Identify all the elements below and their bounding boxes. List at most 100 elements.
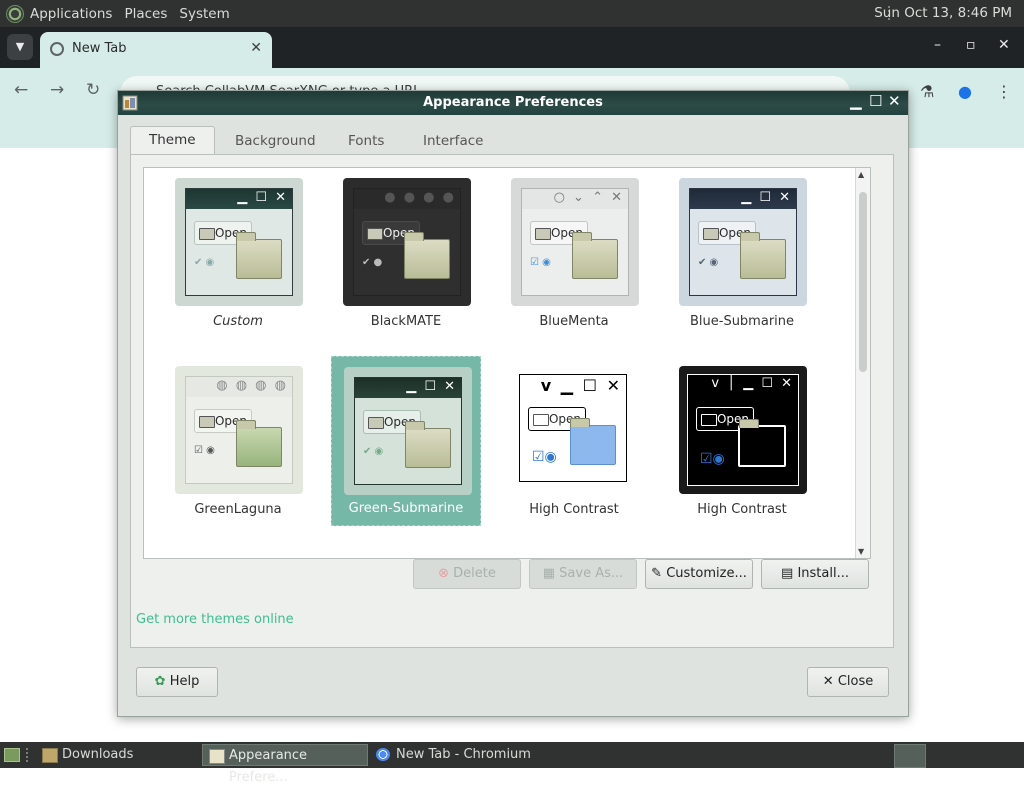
tab-search-button[interactable]: ▼ xyxy=(7,34,33,60)
browser-tabbar: ▼ New Tab ✕ xyxy=(0,27,1024,68)
tab-fonts[interactable]: Fonts xyxy=(329,127,403,154)
theme-icon-view[interactable]: ▁ ☐ ✕ Open ✔ ◉ Custom ● ● ● ● Open ✔ ● B… xyxy=(143,167,871,559)
theme-name: BlackMATE xyxy=(370,314,442,329)
delete-button[interactable]: ⊗ Delete xyxy=(413,559,521,589)
theme-preview: ○ ⌄ ⌃ ✕ Open ☑ ◉ xyxy=(511,178,639,306)
theme-preview: ◍ ◍ ◍ ◍ Open ☑ ◉ xyxy=(175,366,303,494)
folder-icon xyxy=(236,420,282,467)
close-icon: ✕ xyxy=(822,674,834,689)
taskbar-label: New Tab - Chromium xyxy=(396,747,531,762)
install-button[interactable]: ▤ Install... xyxy=(761,559,869,589)
theme-name: Green-Submarine xyxy=(348,501,464,516)
get-more-themes-link[interactable]: Get more themes online xyxy=(136,612,294,627)
menu-system[interactable]: System xyxy=(179,6,229,22)
install-label: Install... xyxy=(797,566,849,581)
scrollbar-thumb[interactable] xyxy=(859,192,867,372)
theme-list-scrollbar[interactable]: ▲ ▼ xyxy=(855,168,870,558)
menu-places[interactable]: Places xyxy=(124,6,167,22)
theme-tab-panel: ▁ ☐ ✕ Open ✔ ◉ Custom ● ● ● ● Open ✔ ● B… xyxy=(130,154,894,648)
clock[interactable]: Sun Oct 13, 8:46 PM xyxy=(874,5,1012,21)
theme-name: Blue-Submarine xyxy=(689,314,795,329)
theme-item-blackmate[interactable]: ● ● ● ● Open ✔ ● BlackMATE xyxy=(331,168,481,338)
folder-icon xyxy=(404,232,450,279)
help-icon: ✿ xyxy=(154,674,166,689)
theme-item-custom[interactable]: ▁ ☐ ✕ Open ✔ ◉ Custom xyxy=(163,168,313,338)
show-desktop-icon[interactable] xyxy=(4,748,20,762)
delete-icon: ⊗ xyxy=(438,566,450,581)
mate-logo-icon[interactable] xyxy=(6,4,24,23)
top-panel: Applications Places System Sun Oct 13, 8… xyxy=(0,0,1024,27)
folder-icon xyxy=(236,232,282,279)
delete-label: Delete xyxy=(453,566,496,581)
theme-item-high-contrast-inverse[interactable]: v │ ▁ ☐ ✕ Open ☑◉ High Contrast xyxy=(667,356,817,526)
theme-item-greenlaguna[interactable]: ◍ ◍ ◍ ◍ Open ☑ ◉ GreenLaguna xyxy=(163,356,313,526)
folder-icon xyxy=(740,232,786,279)
reload-icon[interactable]: ↻ xyxy=(86,80,100,100)
dialog-title: Appearance Preferences xyxy=(423,95,603,110)
back-icon[interactable]: ← xyxy=(14,80,28,100)
theme-preview: ▁ ☐ ✕ Open ✔ ◉ xyxy=(679,178,807,306)
theme-preview: v ▁ ☐ ✕ Open ☑◉ xyxy=(511,366,639,494)
theme-preview: ● ● ● ● Open ✔ ● xyxy=(343,178,471,306)
chromium-icon xyxy=(376,748,390,761)
theme-name: High Contrast xyxy=(697,502,787,517)
bottom-taskbar: Downloads Appearance Prefere... New Tab … xyxy=(0,742,1024,785)
dialog-minimize-icon[interactable]: ▁ xyxy=(850,92,862,110)
folder-icon xyxy=(572,232,618,279)
theme-preview: ▁ ☐ ✕ Open ✔ ◉ xyxy=(344,367,472,495)
save-as-button[interactable]: ▦ Save As... xyxy=(529,559,637,589)
taskbar-label: Appearance Prefere... xyxy=(229,748,308,785)
dialog-close-icon[interactable]: ✕ xyxy=(888,92,901,110)
browser-tab[interactable]: New Tab ✕ xyxy=(40,32,272,68)
labs-icon[interactable]: ⚗ xyxy=(920,82,934,101)
taskbar-item-appearance[interactable]: Appearance Prefere... xyxy=(202,744,368,785)
customize-label: Customize... xyxy=(666,566,747,581)
theme-name: High Contrast xyxy=(529,502,619,517)
workspace-switcher[interactable] xyxy=(894,744,926,768)
more-menu-icon[interactable]: ⋮ xyxy=(996,82,1012,101)
folder-icon xyxy=(405,421,451,468)
globe-icon xyxy=(50,42,64,56)
theme-name: BlueMenta xyxy=(539,314,609,329)
profile-icon[interactable]: ● xyxy=(958,82,972,101)
dialog-titlebar[interactable]: Appearance Preferences ▁ ☐ ✕ xyxy=(118,91,908,115)
taskbar-item-chromium[interactable]: New Tab - Chromium xyxy=(370,744,570,766)
help-button[interactable]: ✿ Help xyxy=(136,667,218,697)
tab-background[interactable]: Background xyxy=(216,127,335,154)
save-icon: ▦ xyxy=(542,566,556,581)
maximize-window-button[interactable]: ▫ xyxy=(966,37,976,53)
tab-theme[interactable]: Theme xyxy=(130,126,215,155)
theme-name: GreenLaguna xyxy=(194,502,282,517)
theme-name: Custom xyxy=(213,314,263,329)
theme-preview: v │ ▁ ☐ ✕ Open ☑◉ xyxy=(679,366,807,494)
install-icon: ▤ xyxy=(781,566,794,581)
save-as-label: Save As... xyxy=(559,566,624,581)
folder-icon xyxy=(42,748,58,763)
customize-button[interactable]: ✎ Customize... xyxy=(645,559,753,589)
close-tab-icon[interactable]: ✕ xyxy=(250,40,262,56)
close-button[interactable]: ✕ Close xyxy=(807,667,889,697)
theme-item-green-submarine[interactable]: ▁ ☐ ✕ Open ✔ ◉ Green-Submarine xyxy=(331,356,481,526)
menu-applications[interactable]: Applications xyxy=(30,6,112,22)
appearance-app-icon xyxy=(209,749,225,764)
tab-interface[interactable]: Interface xyxy=(404,127,502,154)
minimize-window-button[interactable]: – xyxy=(934,37,941,53)
close-window-button[interactable]: ✕ xyxy=(998,37,1010,53)
theme-item-high-contrast[interactable]: v ▁ ☐ ✕ Open ☑◉ High Contrast xyxy=(499,356,649,526)
taskbar-handle-icon xyxy=(26,748,32,762)
forward-icon[interactable]: → xyxy=(50,80,64,100)
customize-icon: ✎ xyxy=(651,566,663,581)
theme-item-bluementa[interactable]: ○ ⌄ ⌃ ✕ Open ☑ ◉ BlueMenta xyxy=(499,168,649,338)
theme-preview: ▁ ☐ ✕ Open ✔ ◉ xyxy=(175,178,303,306)
scroll-down-icon[interactable]: ▼ xyxy=(858,547,864,556)
folder-icon xyxy=(570,418,616,465)
close-label: Close xyxy=(837,674,874,689)
theme-item-blue-submarine[interactable]: ▁ ☐ ✕ Open ✔ ◉ Blue-Submarine xyxy=(667,168,817,338)
help-label: Help xyxy=(169,674,200,689)
dialog-maximize-icon[interactable]: ☐ xyxy=(869,92,882,110)
browser-tab-title: New Tab xyxy=(72,41,127,56)
taskbar-item-downloads[interactable]: Downloads xyxy=(36,744,200,766)
taskbar-label: Downloads xyxy=(62,747,134,762)
folder-icon xyxy=(738,419,786,467)
scroll-up-icon[interactable]: ▲ xyxy=(858,170,864,179)
